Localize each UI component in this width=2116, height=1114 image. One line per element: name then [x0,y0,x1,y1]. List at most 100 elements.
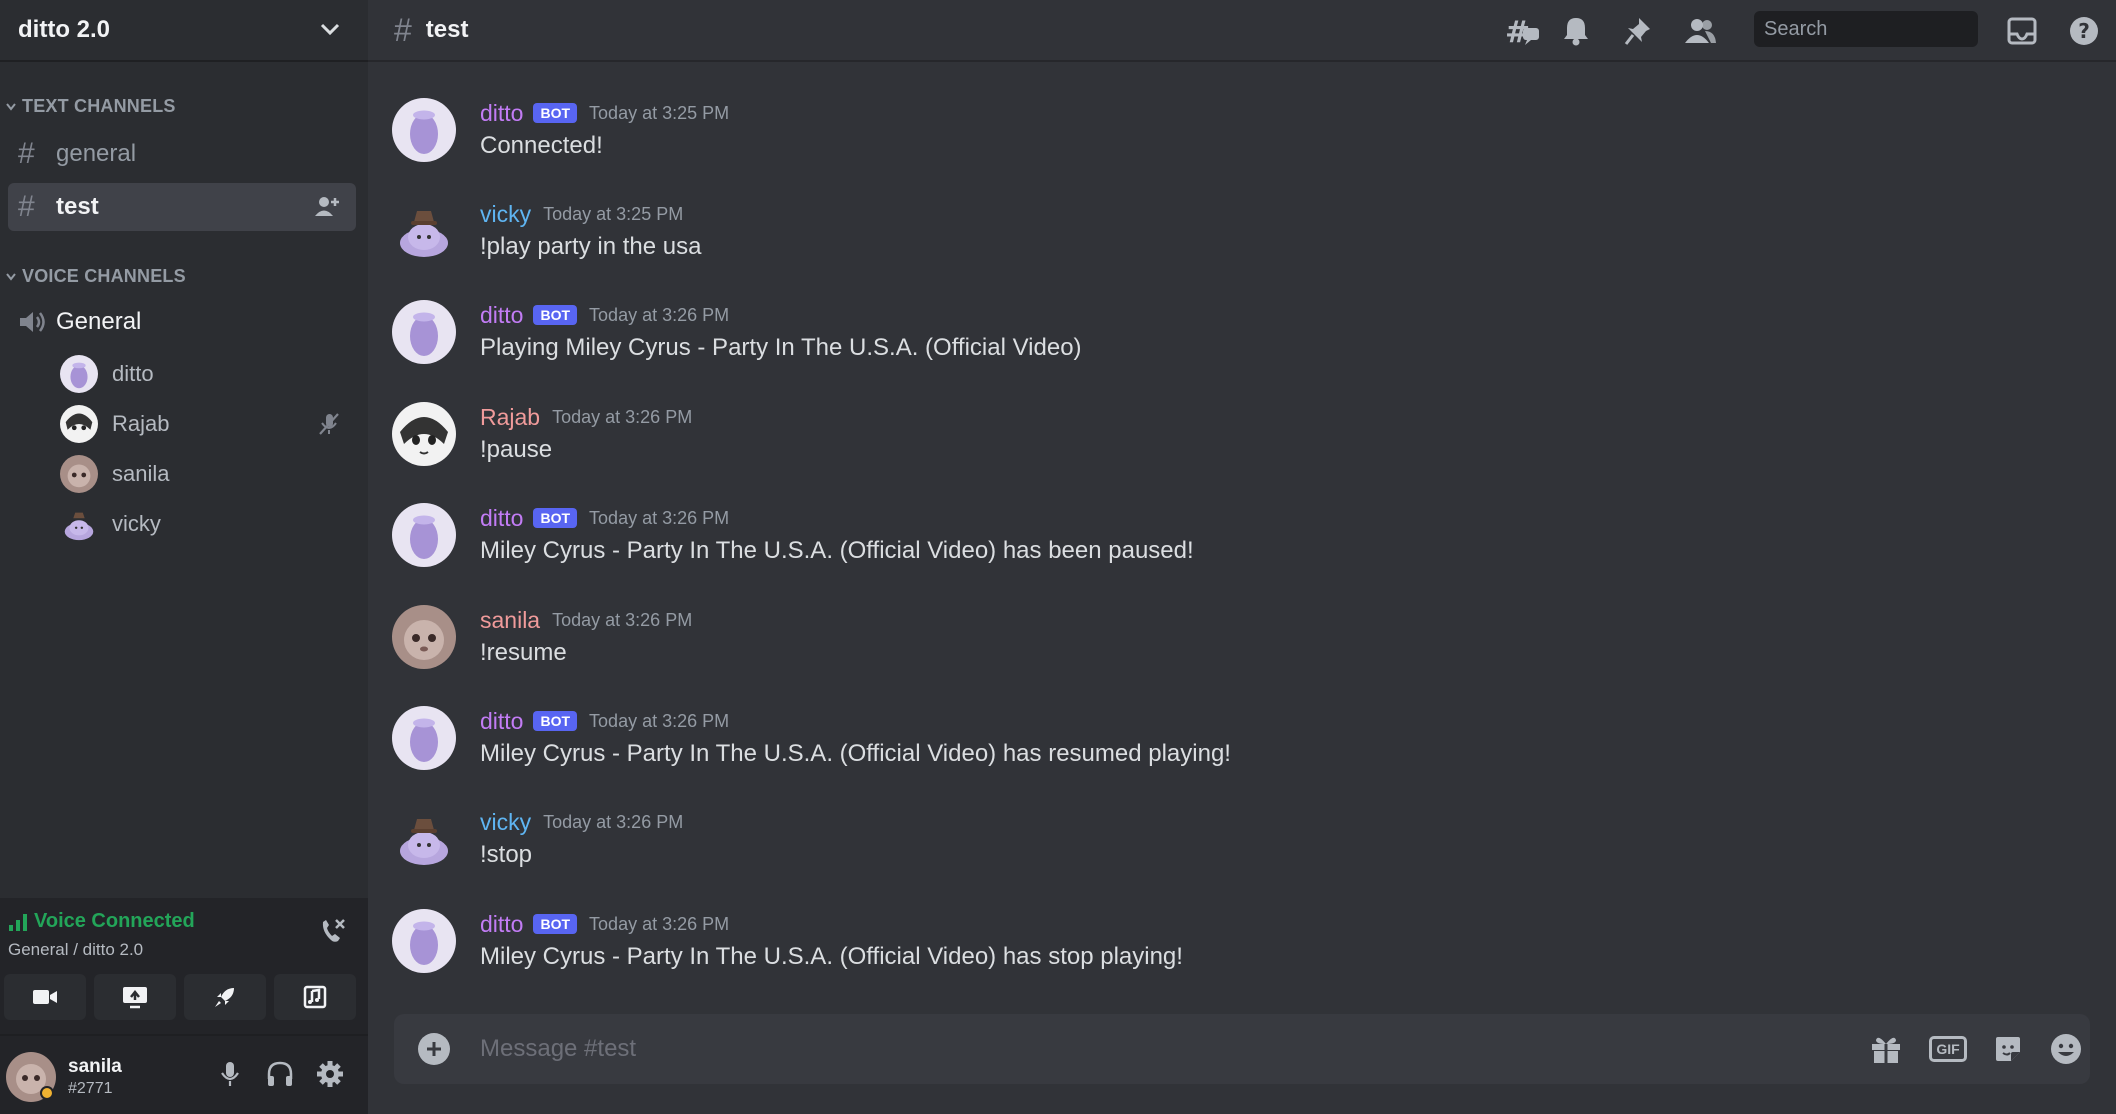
camera-icon [33,990,57,1004]
help-button[interactable]: ? [2064,11,2104,51]
voice-channel-general[interactable]: General [8,298,356,346]
message[interactable]: sanila Today at 3:26 PM !resume [368,569,2116,669]
avatar[interactable] [6,1052,56,1102]
sticker-icon [1996,1037,2020,1061]
gif-button[interactable]: GIF [1928,1029,1968,1069]
message[interactable]: ditto BOT Today at 3:26 PM Miley Cyrus - Pa… [368,467,2116,567]
deafen-button[interactable] [260,1054,300,1094]
message-author[interactable]: ditto [480,302,523,329]
avatar[interactable] [392,199,456,263]
gear-icon [317,1061,343,1087]
gift-button[interactable] [1866,1029,1906,1069]
message-author[interactable]: vicky [480,809,531,836]
message-content: !play party in the usa [480,233,702,260]
voice-connection-panel: Voice Connected General / ditto 2.0 [0,898,368,1036]
message-input[interactable] [480,1014,1780,1084]
member-list-button[interactable] [1680,11,1720,51]
voice-user-name: ditto [112,361,154,386]
emoji-button[interactable] [2046,1029,2086,1069]
category-label: VOICE CHANNELS [22,266,186,286]
screen-share-button[interactable] [94,974,176,1020]
message-author[interactable]: sanila [480,607,540,634]
gift-icon [1872,1037,1900,1063]
rocket-icon [215,988,234,1007]
notifications-button[interactable] [1556,11,1596,51]
voice-user-sanila[interactable]: sanila [0,449,368,499]
message-list: ditto BOT Today at 3:25 PM Connected! vicky… [368,62,2116,1002]
video-button[interactable] [4,974,86,1020]
hashtag-icon: # [18,190,35,223]
search-input[interactable] [1764,17,2029,41]
voice-user-ditto[interactable]: ditto [0,349,368,399]
avatar[interactable] [392,807,456,871]
disconnect-button[interactable] [318,916,348,946]
message[interactable]: vicky Today at 3:26 PM !stop [368,771,2116,871]
message-header: ditto BOT Today at 3:26 PM [480,300,729,330]
message[interactable]: vicky Today at 3:25 PM !play party in the … [368,163,2116,263]
avatar[interactable] [392,503,456,567]
category-voice-channels[interactable]: VOICE CHANNELS [0,266,186,287]
avatar[interactable] [392,605,456,669]
channel-header: # test # ? [368,0,2116,62]
server-header[interactable]: ditto 2.0 [0,0,368,62]
message-timestamp: Today at 3:26 PM [589,304,730,325]
message-composer: GIF [394,1014,2090,1084]
voice-user-name: vicky [112,511,161,536]
add-member-icon[interactable] [314,196,340,218]
avatar[interactable] [392,402,456,466]
message-header: vicky Today at 3:26 PM [480,807,683,837]
avatar [64,512,94,541]
message-author[interactable]: Rajab [480,404,540,431]
avatar[interactable] [392,909,456,973]
inbox-button[interactable] [2002,11,2042,51]
avatar [60,455,98,493]
voice-status[interactable]: Voice Connected [8,910,195,933]
message-content: !stop [480,841,533,868]
soundboard-icon [303,985,327,1009]
voice-user-rajab[interactable]: Rajab [0,399,368,449]
message-author[interactable]: vicky [480,201,531,228]
message-content: Miley Cyrus - Party In The U.S.A. (Offic… [480,740,1231,767]
message[interactable]: ditto BOT Today at 3:26 PM Miley Cyrus - Pa… [368,873,2116,973]
channel-item-test[interactable]: # test [8,183,356,231]
hashtag-icon: # [18,137,35,170]
threads-button[interactable]: # [1502,11,1542,51]
voice-user-vicky[interactable]: vicky [0,499,368,549]
channel-sidebar: ditto 2.0 TEXT CHANNELS # general # test… [0,0,368,1114]
message-author[interactable]: ditto [480,100,523,127]
message[interactable]: ditto BOT Today at 3:25 PM Connected! [368,62,2116,162]
avatar [60,355,98,393]
message-author[interactable]: ditto [480,911,523,938]
message[interactable]: ditto BOT Today at 3:26 PM Miley Cyrus - Pa… [368,670,2116,770]
search-box[interactable] [1754,11,2029,47]
help-icon: ? [2070,17,2098,45]
voice-location[interactable]: General / ditto 2.0 [8,940,143,960]
message-header: ditto BOT Today at 3:26 PM [480,909,729,939]
message[interactable]: ditto BOT Today at 3:26 PM Playing Miley Cy… [368,264,2116,364]
message-header: sanila Today at 3:26 PM [480,605,692,635]
sticker-button[interactable] [1988,1029,2028,1069]
voice-user-name: sanila [112,461,170,486]
avatar[interactable] [392,706,456,770]
settings-button[interactable] [310,1054,350,1094]
message-timestamp: Today at 3:26 PM [552,406,693,427]
message-author[interactable]: ditto [480,708,523,735]
message-header: vicky Today at 3:25 PM [480,199,683,229]
chevron-down-icon [6,102,16,111]
message-timestamp: Today at 3:26 PM [552,609,693,630]
avatar[interactable] [392,98,456,162]
mute-button[interactable] [210,1054,250,1094]
category-text-channels[interactable]: TEXT CHANNELS [0,96,176,117]
channel-item-general[interactable]: # general [8,130,356,178]
avatar [60,405,98,443]
message-header: ditto BOT Today at 3:26 PM [480,503,729,533]
activity-button[interactable] [184,974,266,1020]
message[interactable]: Rajab Today at 3:26 PM !pause [368,366,2116,466]
upload-button[interactable] [418,1033,450,1065]
bot-badge: BOT [533,508,578,528]
avatar[interactable] [392,300,456,364]
message-author[interactable]: ditto [480,505,523,532]
chevron-down-icon [320,23,340,37]
soundboard-button[interactable] [274,974,356,1020]
pinned-messages-button[interactable] [1618,11,1658,51]
